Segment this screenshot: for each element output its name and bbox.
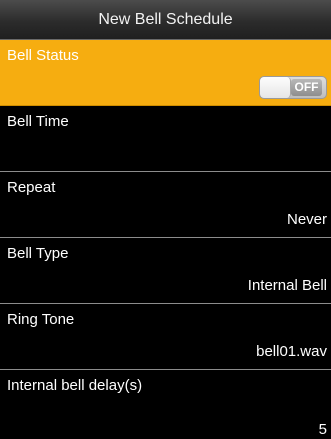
setting-label: Repeat — [7, 179, 56, 196]
setting-label: Bell Time — [7, 113, 69, 130]
toggle-knob — [260, 77, 291, 98]
page-title: New Bell Schedule — [98, 10, 233, 28]
setting-label: Bell Status — [7, 47, 79, 64]
setting-value: bell01.wav — [256, 343, 327, 360]
setting-value: 5 — [318, 421, 327, 438]
setting-label: Internal bell delay(s) — [7, 377, 143, 394]
setting-value: Internal Bell — [247, 277, 327, 294]
setting-bell-status[interactable]: Bell Status OFF — [0, 40, 331, 106]
bell-status-toggle[interactable]: OFF — [259, 76, 327, 99]
setting-ring-tone[interactable]: Ring Tone bell01.wav — [0, 304, 331, 370]
setting-internal-bell-delay[interactable]: Internal bell delay(s) 5 — [0, 370, 331, 438]
setting-value: Never — [286, 211, 327, 228]
title-bar: New Bell Schedule — [0, 0, 331, 40]
setting-label: Ring Tone — [7, 311, 75, 328]
setting-bell-time[interactable]: Bell Time — [0, 106, 331, 172]
setting-bell-type[interactable]: Bell Type Internal Bell — [0, 238, 331, 304]
toggle-state-label: OFF — [291, 79, 322, 96]
setting-label: Bell Type — [7, 245, 69, 262]
setting-repeat[interactable]: Repeat Never — [0, 172, 331, 238]
